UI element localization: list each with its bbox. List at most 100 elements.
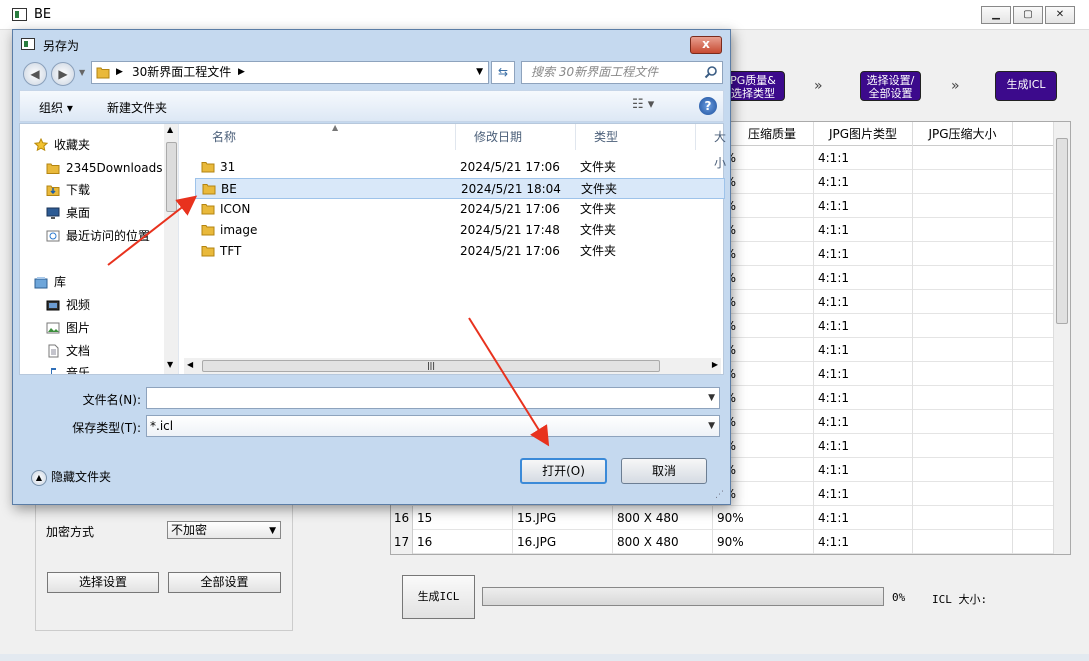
cancel-button[interactable]: 取消 (621, 458, 707, 484)
dialog-navbar: ◀ ▶ ▼ ▶ 30新界面工程文件 ▶ ▼ ⇆ 搜索 30新界面工程文件 (13, 58, 730, 88)
col-header-jpg-type[interactable]: JPG图片类型 (814, 122, 913, 146)
close-icon: x (702, 37, 710, 51)
resize-grip-icon[interactable]: ⋰ (715, 490, 724, 500)
cell-jpg-size (913, 410, 1013, 434)
dialog-close-button[interactable]: x (690, 36, 722, 54)
col-header-jpg-size[interactable]: JPG压缩大小 (913, 122, 1013, 146)
table-scrollbar[interactable] (1053, 122, 1070, 554)
back-button[interactable]: ◀ (23, 62, 47, 86)
nav-item-label: 音乐 (66, 366, 91, 374)
step-generate-icl[interactable]: 生成ICL (995, 71, 1057, 101)
address-bar[interactable]: ▶ 30新界面工程文件 ▶ ▼ (91, 61, 489, 84)
download-folder-icon (46, 185, 60, 196)
nav-item-label: 收藏夹 (54, 138, 91, 152)
file-name: 31 (220, 160, 236, 174)
select-settings-button[interactable]: 选择设置 (47, 572, 159, 593)
cell-type: 4:1:1 (814, 482, 913, 506)
table-row[interactable]: 16 15 15.JPG 800 X 480 90% 4:1:1 (391, 506, 1053, 530)
dialog-titlebar[interactable]: 另存为 x (13, 30, 730, 57)
col-header-type[interactable]: 类型 (576, 124, 696, 150)
help-icon[interactable]: ? (699, 97, 717, 115)
file-name: TFT (220, 244, 242, 258)
chevron-down-icon: ▼ (269, 526, 276, 536)
all-settings-button[interactable]: 全部设置 (168, 572, 281, 593)
col-header-date[interactable]: 修改日期 (456, 124, 576, 150)
folder-icon (201, 204, 215, 215)
cell-id: 15 (413, 506, 513, 530)
scroll-down-icon[interactable]: ▼ (167, 360, 173, 369)
cell-type: 4:1:1 (814, 458, 913, 482)
nav-scrollbar[interactable]: ▲ ▼ (164, 124, 178, 374)
open-button[interactable]: 打开(O) (520, 458, 607, 484)
maximize-button[interactable]: ▢ (1013, 6, 1043, 24)
scroll-up-icon[interactable]: ▲ (167, 125, 173, 134)
col-header-name[interactable]: 名称 (194, 124, 456, 150)
minimize-button[interactable]: ▁ (981, 6, 1011, 24)
hide-folders-label: 隐藏文件夹 (51, 470, 112, 484)
step-select-settings[interactable]: 选择设置/ 全部设置 (860, 71, 921, 101)
file-name: image (220, 223, 258, 237)
search-input[interactable]: 搜索 30新界面工程文件 (521, 61, 723, 84)
nav-item[interactable]: 视频 (20, 294, 178, 316)
refresh-icon: ⇆ (497, 65, 509, 79)
scroll-right-icon[interactable]: ▶ (712, 360, 718, 369)
file-row[interactable]: TFT 2024/5/21 17:06 文件夹 (195, 241, 725, 262)
file-hscroll-thumb[interactable]: ||| (202, 360, 660, 372)
cell-jpg-size (913, 386, 1013, 410)
chevron-down-icon[interactable]: ▼ (476, 62, 483, 83)
view-options-icon[interactable]: ☷ ▾ (632, 97, 654, 112)
chevron-down-icon[interactable]: ▼ (708, 416, 715, 436)
table-row[interactable]: 17 16 16.JPG 800 X 480 90% 4:1:1 (391, 530, 1053, 554)
progress-percent: 0% (892, 591, 906, 604)
recent-locations-dropdown-icon[interactable]: ▼ (79, 68, 85, 77)
table-scroll-thumb[interactable] (1056, 138, 1068, 324)
nav-item[interactable]: 图片 (20, 317, 178, 339)
file-row[interactable]: image 2024/5/21 17:48 文件夹 (195, 220, 725, 241)
new-folder-button[interactable]: 新建文件夹 (107, 99, 167, 116)
col-header-size[interactable]: 大小 (696, 124, 736, 170)
folder-icon (202, 184, 216, 195)
nav-item[interactable]: 收藏夹 (20, 134, 178, 156)
progress-bar (482, 587, 884, 606)
nav-item[interactable]: 下载 (20, 179, 178, 201)
row-number: 16 (391, 506, 413, 530)
cell-jpg-size (913, 146, 1013, 170)
file-date: 2024/5/21 17:06 (460, 160, 560, 174)
nav-item-label: 库 (54, 275, 67, 289)
encrypt-label: 加密方式 (46, 525, 95, 539)
col-header-quality[interactable]: 压缩质量 (731, 122, 814, 146)
cell-file: 16.JPG (513, 530, 613, 554)
file-hscrollbar[interactable]: ◀ ||| ▶ (184, 358, 721, 374)
filename-input[interactable]: ▼ (146, 387, 720, 409)
nav-scroll-thumb[interactable] (166, 142, 177, 212)
nav-item[interactable]: 桌面 (20, 202, 178, 224)
breadcrumb-expand-icon[interactable]: ▶ (238, 62, 245, 83)
dialog-title: 另存为 (43, 39, 80, 53)
file-row[interactable]: BE 2024/5/21 18:04 文件夹 (195, 178, 725, 199)
step-label: 生成ICL (1006, 78, 1046, 91)
file-row[interactable]: ICON 2024/5/21 17:06 文件夹 (195, 199, 725, 220)
breadcrumb-item[interactable]: 30新界面工程文件 (132, 62, 231, 83)
hide-folders-toggle[interactable]: ▲ 隐藏文件夹 (31, 468, 111, 486)
row-number: 17 (391, 530, 413, 554)
chevron-down-icon[interactable]: ▼ (708, 388, 715, 408)
encrypt-select[interactable]: 不加密 ▼ (167, 521, 281, 539)
folder-icon (96, 67, 110, 79)
close-button[interactable]: ✕ (1045, 6, 1075, 24)
generate-icl-button[interactable]: 生成ICL (402, 575, 475, 619)
nav-item[interactable]: 最近访问的位置 (20, 225, 178, 247)
nav-item[interactable]: 文档 (20, 340, 178, 362)
file-row[interactable]: 31 2024/5/21 17:06 文件夹 (195, 157, 725, 178)
file-list: ▲ 名称 修改日期 类型 大小 31 2024/5/21 17:06 文件夹 BE 20… (182, 123, 726, 374)
forward-button[interactable]: ▶ (51, 62, 75, 86)
cell-jpg-size (913, 458, 1013, 482)
nav-item[interactable]: 音乐 (20, 362, 178, 374)
organize-menu[interactable]: 组织 ▾ (39, 99, 73, 116)
cell-type: 4:1:1 (814, 194, 913, 218)
refresh-button[interactable]: ⇆ (491, 61, 515, 84)
scroll-left-icon[interactable]: ◀ (187, 360, 193, 369)
nav-item[interactable]: 库 (20, 271, 178, 293)
nav-item[interactable]: 2345Downloads (20, 157, 178, 179)
cell-jpg-size (913, 482, 1013, 506)
filetype-select[interactable]: *.icl ▼ (146, 415, 720, 437)
